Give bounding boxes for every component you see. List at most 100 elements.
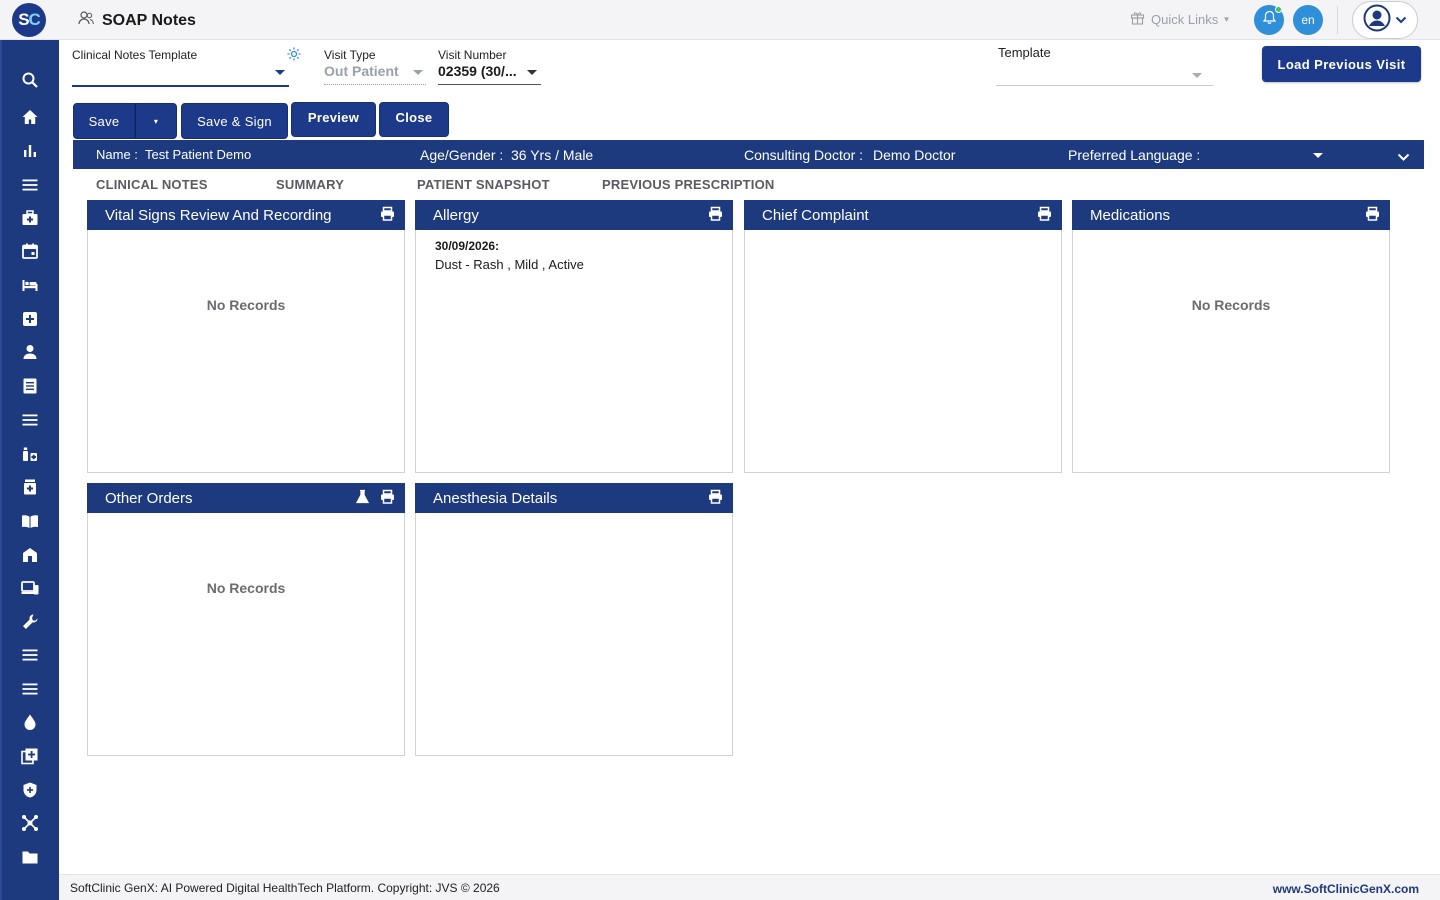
chevron-down-icon[interactable] [1192,73,1202,78]
app-logo[interactable]: SC [12,3,46,37]
template-underline [996,85,1213,86]
print-icon[interactable] [708,489,723,508]
allergy-date: 30/09/2026: [435,239,500,253]
card-header: Chief Complaint [744,200,1062,230]
card-header: Medications [1072,200,1390,230]
blood-drop-icon[interactable] [19,711,41,733]
settings-gear-icon[interactable] [286,46,302,67]
pharmacy-icon[interactable] [19,443,41,465]
menu-list-icon[interactable] [19,174,41,196]
top-bar: SC SOAP Notes Quick Links ▾ en [0,0,1440,40]
close-button[interactable]: Close [379,102,449,137]
menu-list-icon[interactable] [19,409,41,431]
save-options-dropdown-button[interactable]: ▾ [135,103,177,139]
document-list-icon[interactable] [19,375,41,397]
notification-badge [1275,6,1282,13]
menu-list-icon[interactable] [19,678,41,700]
anesthesia-details-card: Anesthesia Details [415,483,733,756]
copyright-text: SoftClinic GenX: AI Powered Digital Heal… [70,881,500,895]
bar-chart-icon[interactable] [19,140,41,162]
open-book-icon[interactable] [19,510,41,532]
search-icon[interactable] [19,69,41,91]
lab-flask-icon[interactable] [355,489,370,508]
no-records-text: No Records [206,580,286,596]
card-header: Allergy [415,200,733,230]
tab-previous-prescription[interactable]: PREVIOUS PRESCRIPTION [602,177,775,192]
tab-summary[interactable]: SUMMARY [276,177,344,192]
medical-kit-icon[interactable] [19,207,41,229]
expand-chevron-icon[interactable] [1397,149,1410,165]
age-gender-label: Age/Gender : [420,147,504,163]
chevron-down-icon[interactable] [413,70,423,75]
preview-button[interactable]: Preview [291,102,376,137]
chevron-down-icon[interactable] [527,70,537,75]
age-gender-value: 36 Yrs / Male [511,147,594,163]
no-records-text: No Records [1191,297,1271,313]
print-icon[interactable] [1037,206,1052,225]
add-record-icon[interactable] [19,745,41,767]
card-title: Vital Signs Review And Recording [105,207,332,224]
patient-info-bar: Name : Test Patient Demo Age/Gender : 36… [73,140,1424,169]
chevron-down-icon[interactable] [1313,153,1323,158]
page-title: SOAP Notes [102,11,196,29]
calendar-icon[interactable] [19,240,41,262]
folder-icon[interactable] [19,846,41,868]
clinical-notes-template-label: Clinical Notes Template [72,48,198,62]
chief-complaint-card: Chief Complaint [744,200,1062,473]
caret-down-icon: ▾ [153,116,159,126]
preferred-language-select[interactable] [1203,147,1313,163]
building-icon[interactable] [19,544,41,566]
sidebar [0,40,59,900]
save-and-sign-button[interactable]: Save & Sign [181,103,288,139]
patient-name-value: Test Patient Demo [145,147,252,162]
patient-name-label: Name : [96,147,138,162]
visit-number-select[interactable]: 02359 (30/... [438,63,517,79]
print-icon[interactable] [380,489,395,508]
tab-patient-snapshot[interactable]: PATIENT SNAPSHOT [417,177,550,192]
print-icon[interactable] [380,206,395,225]
user-menu-button[interactable] [1352,1,1418,39]
page-title-area: SOAP Notes [78,11,196,30]
save-button[interactable]: Save [73,103,135,139]
bell-icon [1262,10,1277,30]
allergy-entry: Dust - Rash , Mild , Active [435,257,584,272]
shield-icon[interactable] [19,779,41,801]
quick-links-label: Quick Links [1151,11,1219,27]
visit-number-label: Visit Number [438,48,507,62]
header-divider [1337,6,1338,34]
medical-plus-icon[interactable] [19,308,41,330]
person-icon[interactable] [19,341,41,363]
clinical-notes-template-select[interactable] [72,66,272,84]
visit-type-select[interactable]: Out Patient [324,63,399,79]
chevron-down-icon [1395,11,1407,29]
card-header: Other Orders [87,483,405,513]
quick-links-menu[interactable]: Quick Links ▾ [1130,10,1229,28]
template-select[interactable] [998,64,1188,82]
visit-type-label: Visit Type [324,48,376,62]
print-icon[interactable] [1365,206,1380,225]
load-previous-visit-button[interactable]: Load Previous Visit [1262,46,1421,82]
consulting-doctor-label: Consulting Doctor : [744,147,864,163]
visit-type-underline [324,84,426,85]
user-avatar-icon [1363,4,1391,37]
language-button[interactable]: en [1293,5,1323,35]
website-link[interactable]: www.SoftClinicGenX.com [1273,882,1419,896]
card-title: Other Orders [105,490,193,507]
medicine-bottle-icon[interactable] [19,476,41,498]
print-icon[interactable] [708,206,723,225]
clinical-notes-template-underline [72,85,289,87]
wrench-icon[interactable] [19,611,41,633]
home-icon[interactable] [19,106,41,128]
card-title: Chief Complaint [762,207,869,224]
chevron-down-icon[interactable] [275,70,285,75]
tab-clinical-notes[interactable]: CLINICAL NOTES [96,177,208,192]
other-orders-card: Other Orders No Records [87,483,405,756]
network-hub-icon[interactable] [19,812,41,834]
notifications-button[interactable] [1254,5,1284,35]
chevron-down-icon: ▾ [1224,13,1229,24]
template-label: Template [998,45,1051,60]
devices-icon[interactable] [19,577,41,599]
card-header: Anesthesia Details [415,483,733,513]
menu-list-icon[interactable] [19,644,41,666]
bed-icon[interactable] [19,274,41,296]
